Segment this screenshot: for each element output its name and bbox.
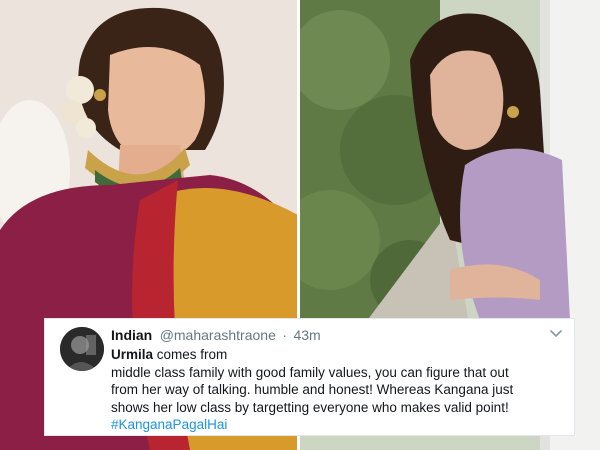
timestamp[interactable]: 43m bbox=[293, 327, 320, 343]
tweet-menu-button[interactable] bbox=[548, 326, 564, 342]
tweet-line-1-rest: comes from bbox=[153, 347, 228, 362]
mention-name: Urmila bbox=[111, 347, 154, 362]
tweet-card[interactable]: Indian @maharashtraone · 43m Urmila come… bbox=[44, 318, 575, 436]
avatar[interactable] bbox=[60, 327, 104, 371]
tweet-line-2: middle class family with good family val… bbox=[111, 364, 509, 380]
chevron-down-icon bbox=[550, 330, 562, 338]
user-handle[interactable]: @maharashtraone bbox=[160, 327, 276, 343]
tweet-line-3: from her way of talking. humble and hone… bbox=[111, 382, 514, 397]
tweet-line-4: shows her low class by targetting everyo… bbox=[111, 399, 509, 415]
tweet-line-1: Urmila comes from bbox=[111, 346, 571, 364]
tweet-line-5: #KanganaPagalHai bbox=[111, 416, 571, 434]
display-name[interactable]: Indian bbox=[111, 327, 152, 343]
tweet-text: Urmila comes from middle class family wi… bbox=[111, 346, 571, 434]
hashtag-link[interactable]: #KanganaPagalHai bbox=[111, 417, 227, 432]
profile-photo bbox=[60, 327, 104, 371]
separator-dot: · bbox=[282, 327, 287, 343]
tweet-header: Indian @maharashtraone · 43m bbox=[111, 327, 550, 347]
